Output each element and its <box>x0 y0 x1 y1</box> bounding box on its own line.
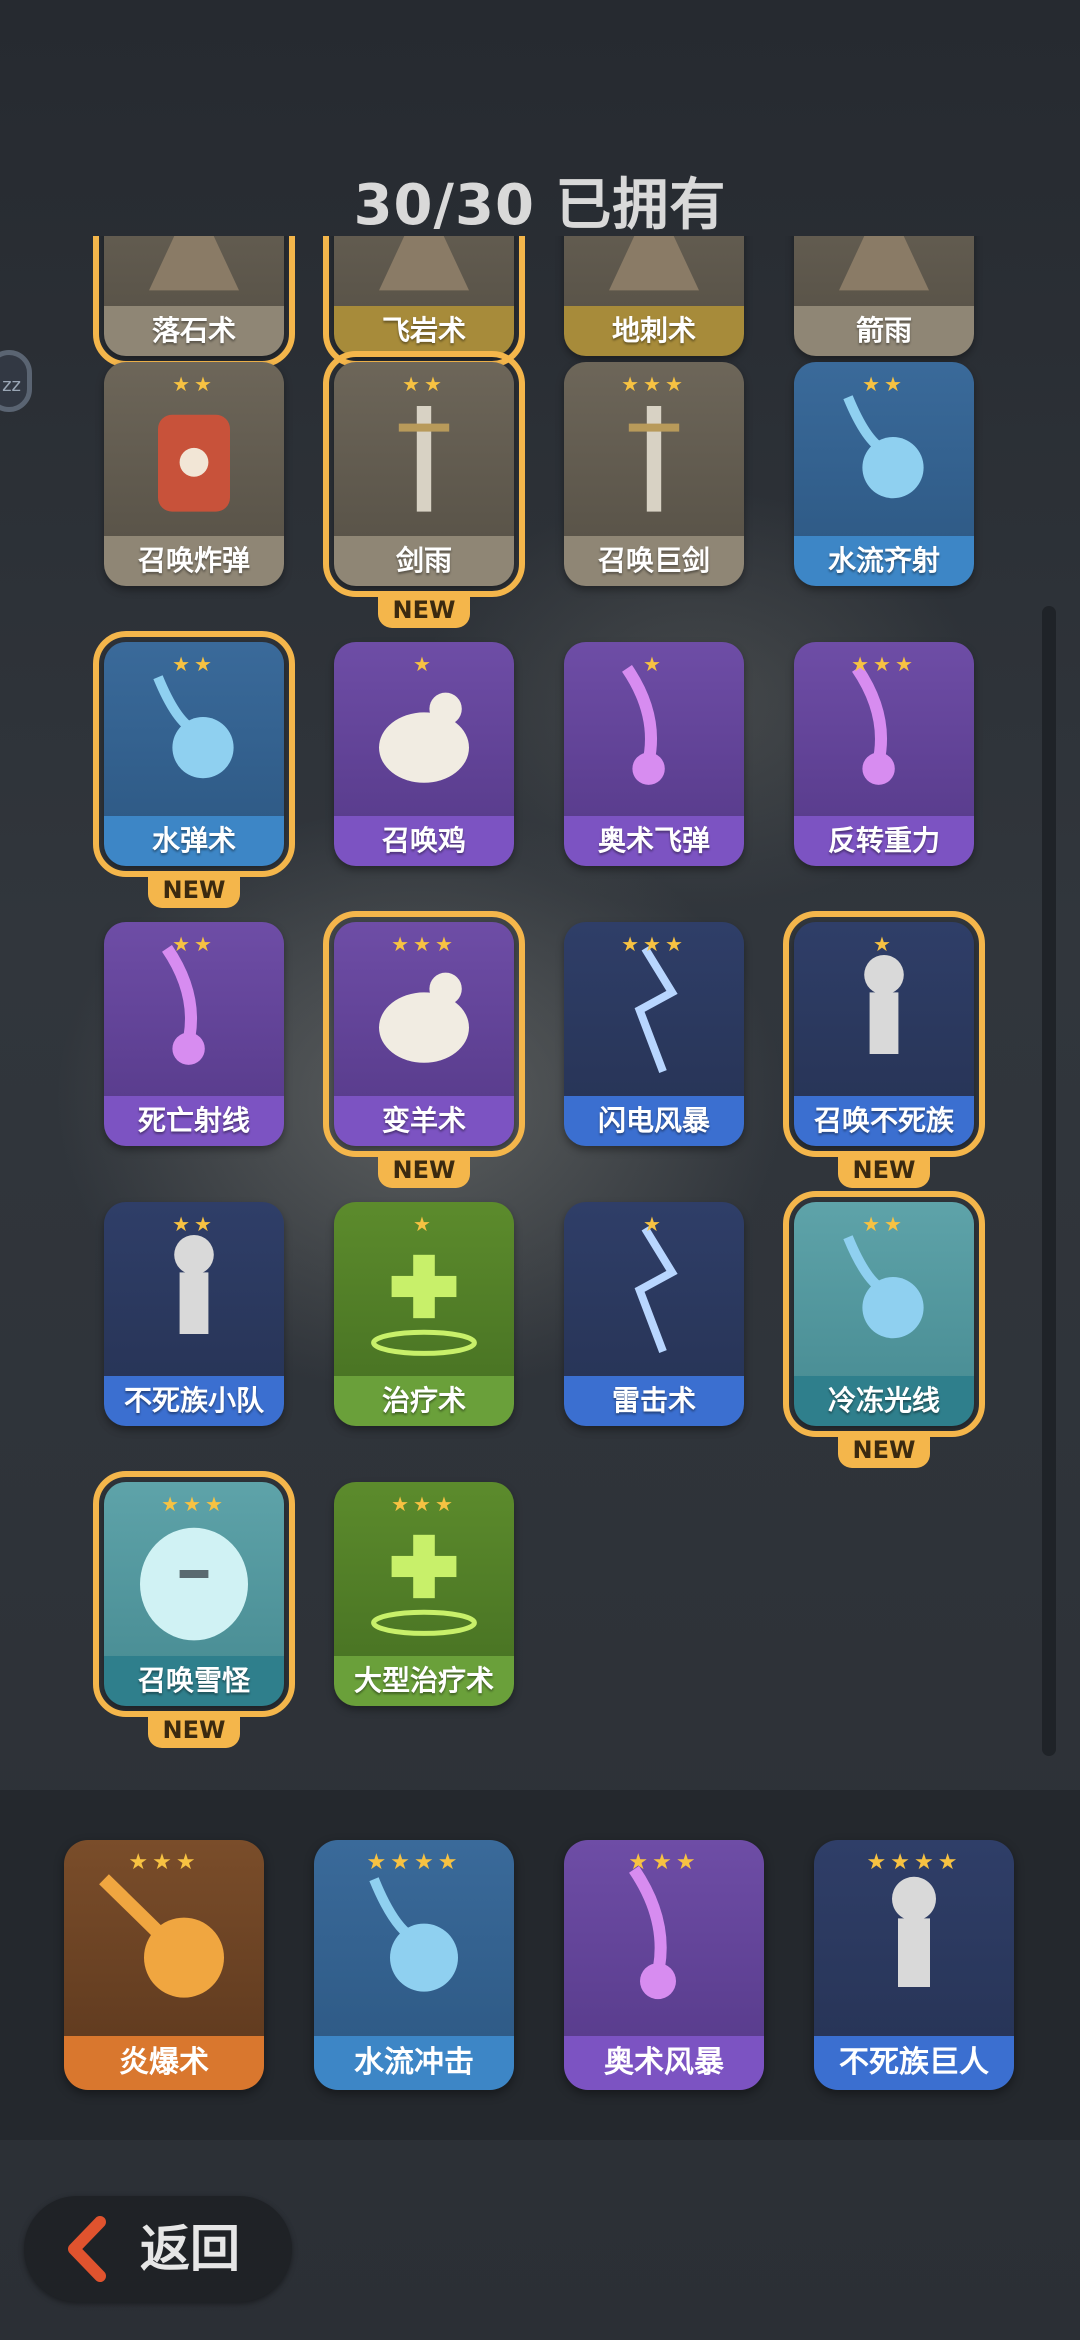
earth-spike-icon <box>564 236 744 308</box>
star-rating: ★ <box>413 1212 435 1236</box>
star-rating: ★★★ <box>621 372 687 396</box>
star-rating: ★★★ <box>851 652 917 676</box>
star-rating: ★ <box>873 932 895 956</box>
rock-icon <box>104 236 284 308</box>
spell-card[interactable]: ★ 召唤鸡 <box>334 642 514 866</box>
spell-name: 箭雨 <box>794 306 974 356</box>
star-rating: ★★ <box>172 932 216 956</box>
spell-name: 剑雨 <box>334 536 514 586</box>
equipped-spell-card[interactable]: ★★★ 奥术风暴 <box>564 1840 764 2090</box>
spell-card[interactable]: ★ 召唤不死族 <box>783 911 985 1157</box>
spell-name: 大型治疗术 <box>334 1656 514 1706</box>
star-rating: ★★ <box>862 1212 906 1236</box>
spell-name: 水弹术 <box>104 816 284 866</box>
spell-name: 不死族巨人 <box>814 2036 1014 2090</box>
back-label: 返回 <box>140 2220 240 2278</box>
spell-name: 飞岩术 <box>334 306 514 356</box>
star-rating: ★★★★ <box>866 1850 962 1875</box>
spell-name: 闪电风暴 <box>564 1096 744 1146</box>
spell-name: 炎爆术 <box>64 2036 264 2090</box>
spell-card[interactable]: ★★ 召唤炸弹 <box>104 362 284 586</box>
spell-grid[interactable]: 落石术NEW飞岩术NEW地刺术箭雨★★召唤炸弹★★剑雨NEW★★★召唤巨剑★★水… <box>0 236 1080 1790</box>
star-rating: ★★ <box>402 372 446 396</box>
spell-card[interactable]: ★★★ 大型治疗术 <box>334 1482 514 1706</box>
spell-card[interactable]: ★★ 死亡射线 <box>104 922 284 1146</box>
spell-name: 不死族小队 <box>104 1376 284 1426</box>
new-badge: NEW <box>148 872 240 908</box>
back-button[interactable]: 返回 <box>24 2196 292 2302</box>
equipped-spell-card[interactable]: ★★★ 炎爆术 <box>64 1840 264 2090</box>
star-rating: ★ <box>643 652 665 676</box>
spell-card[interactable]: ★ 治疗术 <box>334 1202 514 1426</box>
new-badge: NEW <box>838 1152 930 1188</box>
spell-card[interactable]: ★★★ 召唤雪怪 <box>93 1471 295 1717</box>
spell-card[interactable]: 箭雨 <box>794 236 974 356</box>
star-rating: ★★ <box>172 652 216 676</box>
star-rating: ★ <box>413 652 435 676</box>
spell-name: 水流齐射 <box>794 536 974 586</box>
spell-card[interactable]: 落石术 <box>93 236 295 367</box>
spell-name: 召唤炸弹 <box>104 536 284 586</box>
star-rating: ★★★ <box>628 1850 700 1875</box>
spell-name: 召唤鸡 <box>334 816 514 866</box>
spell-card[interactable]: ★★★ 变羊术 <box>323 911 525 1157</box>
spell-card[interactable]: ★★ 水流齐射 <box>794 362 974 586</box>
new-badge: NEW <box>838 1432 930 1468</box>
arrow-rain-icon <box>794 236 974 308</box>
owned-count-title: 30/30 已拥有 <box>353 173 727 238</box>
spell-name: 冷冻光线 <box>794 1376 974 1426</box>
back-arrow-icon <box>58 2216 118 2282</box>
spell-name: 地刺术 <box>564 306 744 356</box>
star-rating: ★★★★ <box>366 1850 462 1875</box>
spell-name: 死亡射线 <box>104 1096 284 1146</box>
star-rating: ★★★ <box>391 932 457 956</box>
spell-name: 落石术 <box>104 306 284 356</box>
star-rating: ★★★ <box>391 1492 457 1516</box>
spell-card[interactable]: ★★★ 召唤巨剑 <box>564 362 744 586</box>
spell-card[interactable]: ★★ 水弹术 <box>93 631 295 877</box>
star-rating: ★★ <box>172 372 216 396</box>
spell-card[interactable]: ★★ 剑雨 <box>323 351 525 597</box>
spell-name: 召唤不死族 <box>794 1096 974 1146</box>
spell-name: 水流冲击 <box>314 2036 514 2090</box>
spell-card[interactable]: 飞岩术 <box>323 236 525 367</box>
spell-card[interactable]: ★ 奥术飞弹 <box>564 642 744 866</box>
spell-name: 治疗术 <box>334 1376 514 1426</box>
spell-name: 奥术风暴 <box>564 2036 764 2090</box>
spell-card[interactable]: 地刺术 <box>564 236 744 356</box>
spell-card[interactable]: ★★★ 闪电风暴 <box>564 922 744 1146</box>
spell-card[interactable]: ★★ 不死族小队 <box>104 1202 284 1426</box>
spell-name: 奥术飞弹 <box>564 816 744 866</box>
star-rating: ★★★ <box>128 1850 200 1875</box>
new-badge: NEW <box>148 1712 240 1748</box>
star-rating: ★★ <box>172 1212 216 1236</box>
star-rating: ★ <box>643 1212 665 1236</box>
spell-name: 变羊术 <box>334 1096 514 1146</box>
equipped-spell-card[interactable]: ★★★★ 水流冲击 <box>314 1840 514 2090</box>
spell-name: 反转重力 <box>794 816 974 866</box>
flying-rock-icon <box>334 236 514 308</box>
spell-name: 雷击术 <box>564 1376 744 1426</box>
star-rating: ★★★ <box>621 932 687 956</box>
star-rating: ★★ <box>862 372 906 396</box>
grid-scrollbar[interactable] <box>1042 606 1056 1756</box>
spell-card[interactable]: ★★ 冷冻光线 <box>783 1191 985 1437</box>
equipped-spell-card[interactable]: ★★★★ 不死族巨人 <box>814 1840 1014 2090</box>
new-badge: NEW <box>378 1152 470 1188</box>
new-badge: NEW <box>378 592 470 628</box>
star-rating: ★★★ <box>161 1492 227 1516</box>
spell-name: 召唤雪怪 <box>104 1656 284 1706</box>
spell-name: 召唤巨剑 <box>564 536 744 586</box>
spell-card[interactable]: ★ 雷击术 <box>564 1202 744 1426</box>
spell-card[interactable]: ★★★ 反转重力 <box>794 642 974 866</box>
